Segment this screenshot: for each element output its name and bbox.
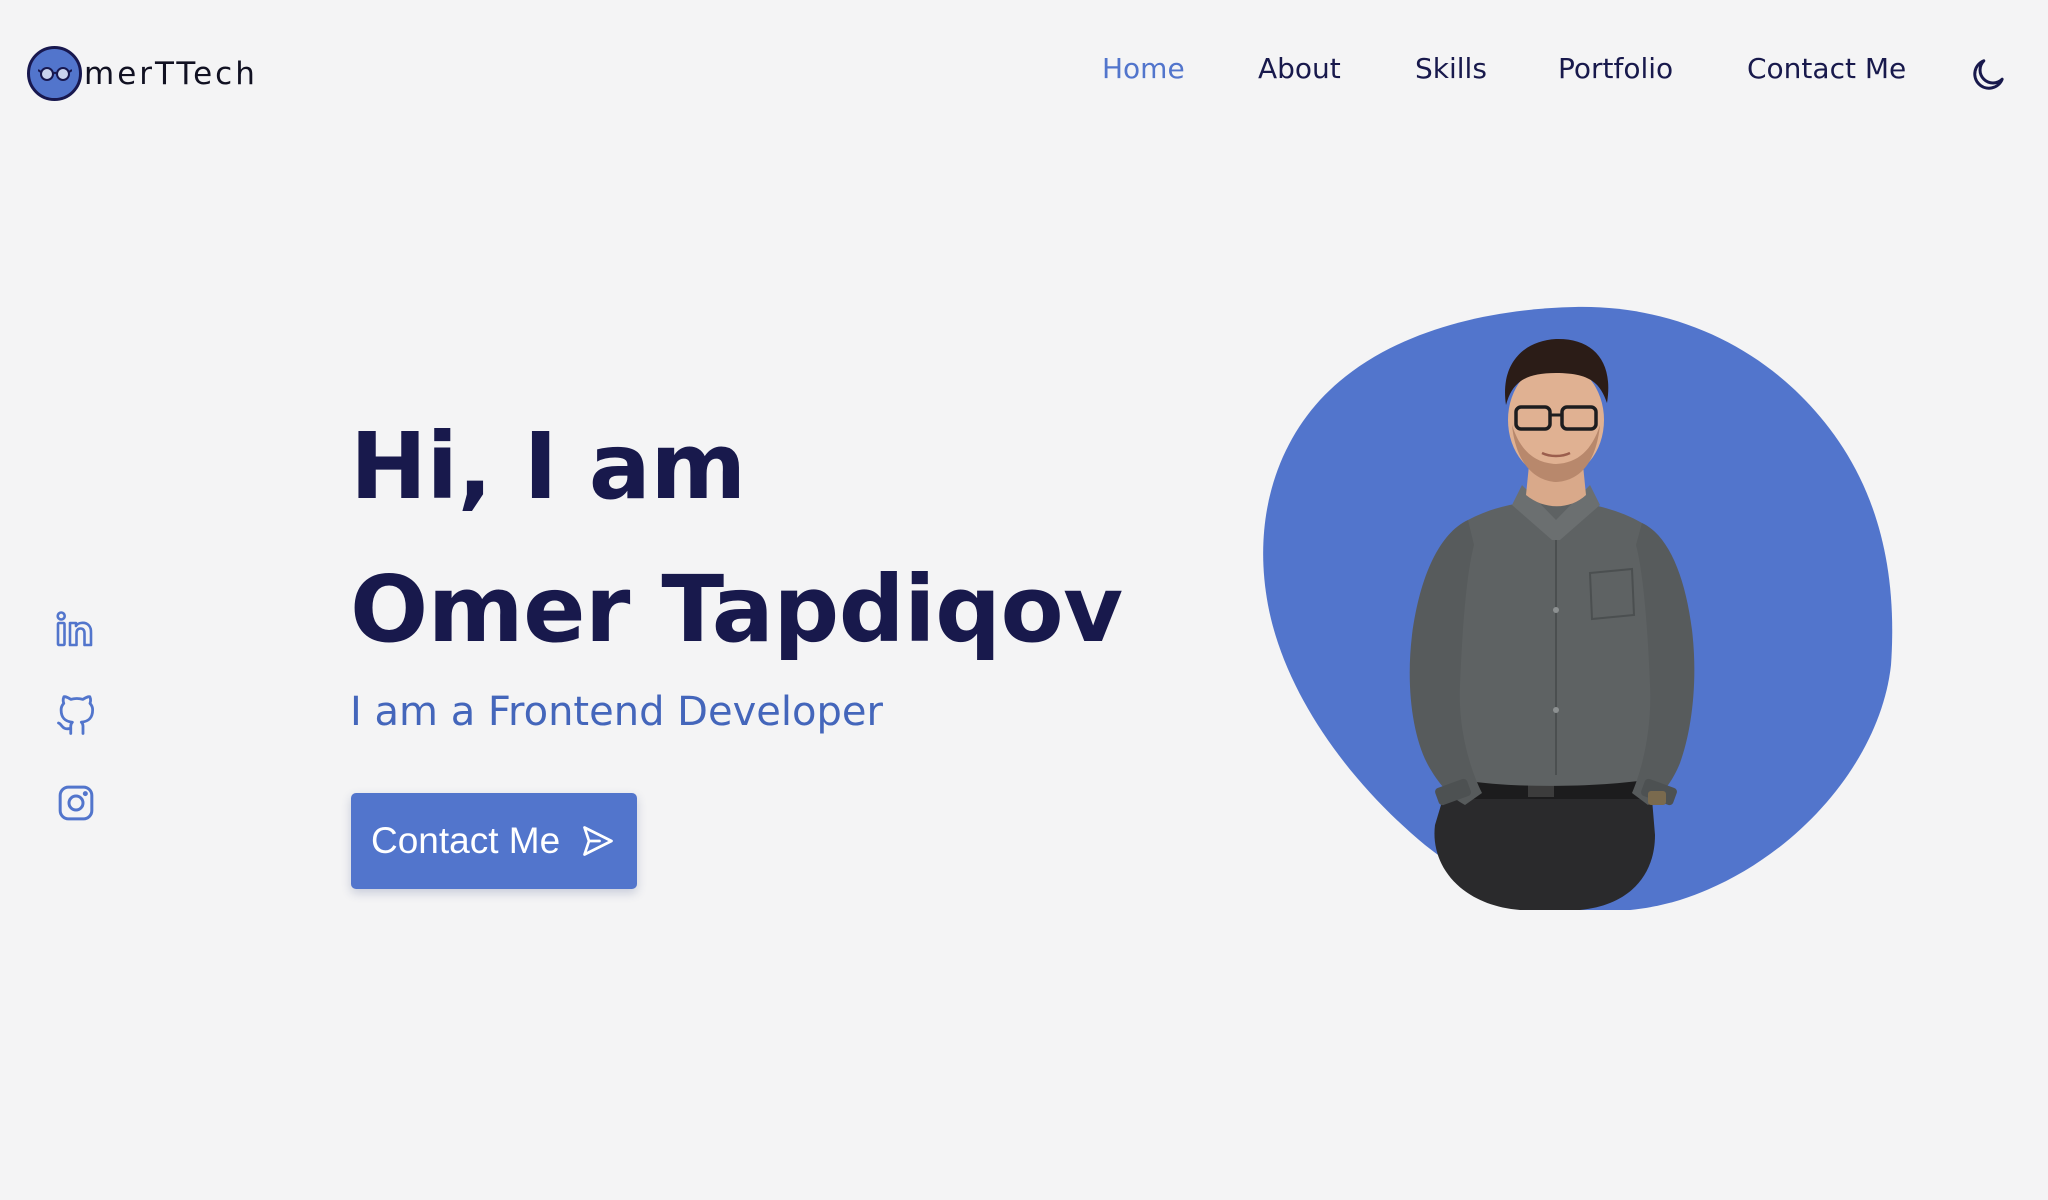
nav-portfolio[interactable]: Portfolio [1558,52,1673,85]
logo-text: merTTech [84,55,258,92]
github-icon [57,695,95,735]
contact-me-label: Contact Me [371,820,561,861]
nav-contact[interactable]: Contact Me [1747,52,1906,85]
contact-me-button[interactable]: Contact Me [351,793,637,889]
instagram-icon [58,785,94,821]
moon-icon [1973,59,2004,90]
instagram-link[interactable] [52,779,100,827]
glasses-avatar-icon [27,46,82,101]
hero-greeting: Hi, I am [350,413,746,520]
hero-name: Omer Tapdiqov [350,556,1123,663]
github-link[interactable] [52,692,100,740]
send-icon [580,823,616,859]
nav-about[interactable]: About [1258,52,1341,85]
logo-link[interactable]: merTTech [27,46,258,101]
hero-subtitle: I am a Frontend Developer [350,689,883,735]
nav-home[interactable]: Home [1102,52,1185,85]
site-header: merTTech Home About Skills Portfolio Con… [0,0,2048,145]
linkedin-link[interactable] [52,606,100,654]
hero-title: Hi, I am Omer Tapdiqov [350,395,1123,681]
linkedin-icon [56,611,93,647]
nav-skills[interactable]: Skills [1415,52,1487,85]
theme-toggle-button[interactable] [1968,55,2008,95]
profile-image [1260,305,1900,912]
